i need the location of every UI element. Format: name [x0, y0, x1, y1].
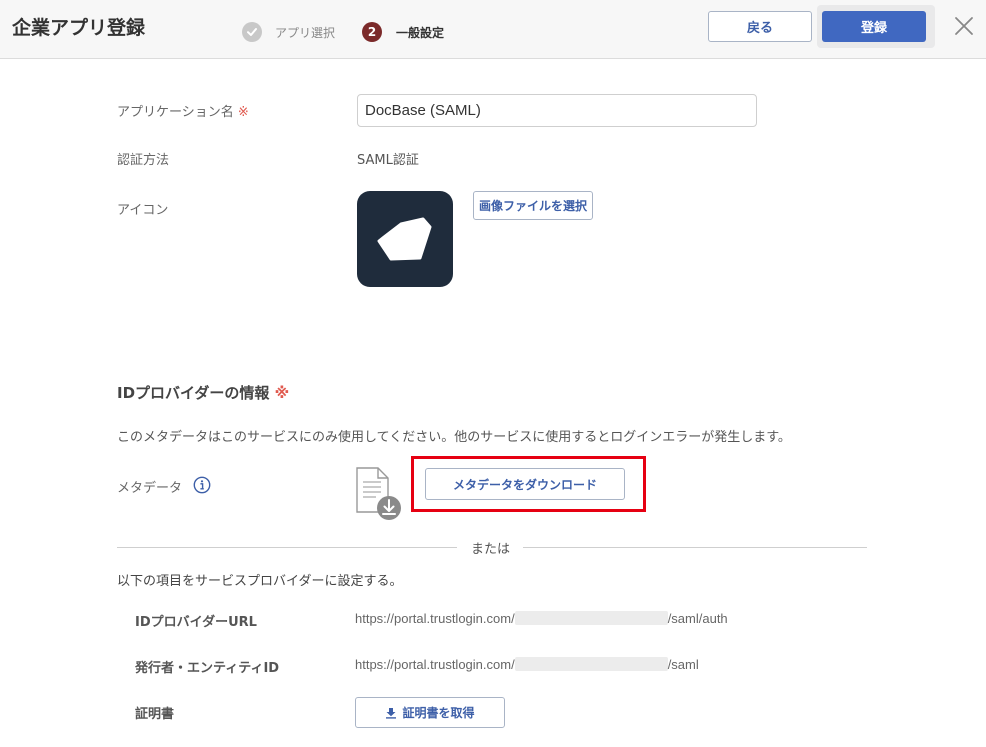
idp-section-title: IDプロバイダーの情報 ※: [117, 382, 289, 403]
idp-url-value: https://portal.trustlogin.com/ /saml/auth: [355, 611, 728, 626]
get-certificate-button[interactable]: 証明書を取得: [355, 697, 505, 728]
metadata-label: メタデータ: [117, 481, 183, 496]
entity-id-label: 発行者・エンティティID: [135, 661, 280, 676]
page-header: 企業アプリ登録 アプリ選択 2 一般設定 戻る 登録: [0, 0, 986, 59]
idp-section-title-text: IDプロバイダーの情報: [117, 384, 270, 402]
step-label: アプリ選択: [275, 25, 336, 40]
back-button[interactable]: 戻る: [708, 11, 812, 42]
certificate-label: 証明書: [135, 707, 175, 722]
step-app-select: アプリ選択: [242, 22, 335, 42]
or-separator: または: [471, 542, 511, 557]
step-label: 一般設定: [396, 25, 445, 40]
url-prefix: https://portal.trustlogin.com/: [355, 657, 515, 672]
auth-method-value: SAML認証: [357, 153, 419, 168]
redacted-segment: [514, 657, 668, 671]
entity-id-value: https://portal.trustlogin.com/ /saml: [355, 657, 699, 672]
register-button[interactable]: 登録: [822, 11, 926, 42]
auth-method-label: 認証方法: [117, 153, 170, 168]
url-suffix: /saml/auth: [667, 611, 728, 626]
divider: [117, 547, 457, 548]
docbase-logo-icon: [357, 191, 453, 287]
download-icon: [386, 707, 397, 719]
get-certificate-label: 証明書を取得: [402, 706, 475, 720]
required-mark: ※: [237, 105, 249, 120]
app-name-label: アプリケーション名 ※: [117, 101, 249, 120]
close-icon[interactable]: [953, 15, 975, 37]
app-name-label-text: アプリケーション名: [117, 105, 234, 120]
url-prefix: https://portal.trustlogin.com/: [355, 611, 515, 626]
app-name-input[interactable]: [357, 94, 757, 127]
download-metadata-button[interactable]: メタデータをダウンロード: [425, 468, 625, 500]
step-general-settings: 2 一般設定: [362, 22, 444, 42]
page-title: 企業アプリ登録: [12, 17, 146, 39]
url-suffix: /saml: [667, 657, 699, 672]
set-instructions: 以下の項目をサービスプロバイダーに設定する。: [117, 574, 403, 589]
redacted-segment: [514, 611, 668, 625]
required-mark: ※: [274, 384, 290, 402]
metadata-notice: このメタデータはこのサービスにのみ使用してください。他のサービスに使用するとログ…: [117, 430, 791, 445]
idp-url-label: IDプロバイダーURL: [135, 615, 257, 630]
select-image-file-button[interactable]: 画像ファイルを選択: [473, 191, 593, 220]
icon-label: アイコン: [117, 203, 169, 218]
metadata-file-download-icon: [354, 466, 404, 522]
check-icon: [242, 22, 262, 42]
divider: [523, 547, 867, 548]
info-icon[interactable]: [193, 476, 211, 494]
step-number: 2: [362, 22, 382, 42]
